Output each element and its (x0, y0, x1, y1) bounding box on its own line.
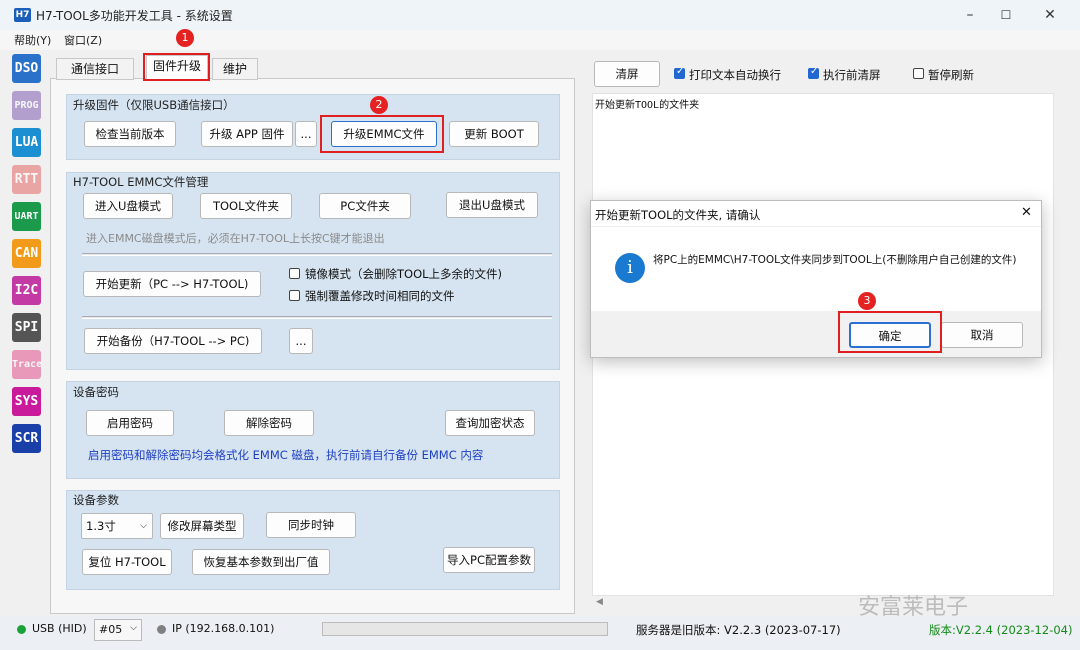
tab-comm[interactable]: 通信接口 (56, 58, 134, 80)
autowrap-checkbox[interactable] (674, 66, 685, 79)
ip-status: IP (192.168.0.101) (172, 622, 275, 635)
ip-status-icon (157, 625, 166, 634)
sidebar-item-can[interactable]: CAN (12, 239, 41, 268)
scroll-left-icon[interactable]: ◀ (596, 597, 603, 607)
check-version-button[interactable]: 检查当前版本 (84, 121, 176, 147)
pause-refresh-label: 暂停刷新 (928, 68, 974, 82)
sidebar-item-uart[interactable]: UART (12, 202, 41, 231)
sidebar-item-i2c[interactable]: I2C (12, 276, 41, 305)
confirm-dialog: 开始更新TOOL的文件夹, 请确认 ✕ i 将PC上的EMMC\H7-TOOL文… (590, 200, 1042, 358)
firmware-group-title: 升级固件（仅限USB通信接口） (73, 98, 235, 112)
clear-before-label: 执行前清屏 (823, 68, 881, 82)
tool-folder-button[interactable]: TOOL文件夹 (200, 193, 292, 219)
usb-status-icon (17, 625, 26, 634)
pause-refresh-checkbox[interactable] (913, 68, 924, 79)
clear-before-checkbox[interactable] (808, 66, 819, 79)
change-screen-button[interactable]: 修改屏幕类型 (160, 513, 244, 539)
sidebar-item-sys[interactable]: SYS (12, 387, 41, 416)
port-value: #05 (99, 623, 123, 636)
force-overwrite-checkbox[interactable] (289, 290, 300, 301)
udisk-hint: 进入EMMC磁盘模式后，必须在H7-TOOL上长按C键才能退出 (86, 232, 385, 245)
mirror-mode-checkbox[interactable] (289, 268, 300, 279)
menu-help[interactable]: 帮助(Y) (14, 32, 51, 48)
query-encryption-button[interactable]: 查询加密状态 (445, 410, 535, 436)
enable-password-button[interactable]: 启用密码 (86, 410, 174, 436)
title-bar: H7 H7-TOOL多功能开发工具 - 系统设置 – ☐ ✕ (0, 0, 1080, 30)
info-icon: i (615, 253, 645, 283)
sidebar-item-trace[interactable]: Trace (12, 350, 42, 379)
minimize-icon[interactable]: – (960, 5, 980, 25)
enter-udisk-button[interactable]: 进入U盘模式 (83, 193, 173, 219)
password-group-title: 设备密码 (73, 385, 119, 399)
dialog-title: 开始更新TOOL的文件夹, 请确认 (595, 208, 761, 222)
port-select[interactable]: #05 ⌵ (94, 619, 142, 641)
params-group (66, 490, 560, 590)
reset-tool-button[interactable]: 复位 H7-TOOL (82, 549, 172, 575)
chevron-down-icon: ⌵ (140, 521, 147, 531)
app-browse-button[interactable]: ... (295, 121, 317, 147)
backup-browse-button[interactable]: ... (289, 328, 313, 354)
sidebar-item-scr[interactable]: SCR (12, 424, 41, 453)
horizontal-scrollbar[interactable]: ◀ (592, 596, 1054, 612)
start-update-button[interactable]: 开始更新（PC --> H7-TOOL) (83, 271, 261, 297)
maximize-icon[interactable]: ☐ (996, 5, 1016, 25)
clear-screen-button[interactable]: 清屏 (594, 61, 660, 87)
password-note: 启用密码和解除密码均会格式化 EMMC 磁盘，执行前请自行备份 EMMC 内容 (88, 448, 484, 462)
update-boot-button[interactable]: 更新 BOOT (449, 121, 539, 147)
emmc-group-title: H7-TOOL EMMC文件管理 (73, 175, 209, 189)
step-badge: 3 (858, 292, 876, 310)
highlight-box (320, 115, 444, 153)
usb-status: USB (HID) (32, 622, 87, 635)
menu-bar: 帮助(Y) 窗口(Z) (0, 30, 1080, 50)
highlight-box (838, 311, 942, 353)
status-bar: USB (HID) #05 ⌵ IP (192.168.0.101) 服务器是旧… (0, 616, 1080, 650)
server-version: 服务器是旧版本: V2.2.3 (2023-07-17) (636, 623, 841, 637)
screen-size-select[interactable]: 1.3寸 ⌵ (81, 513, 153, 539)
screen-size-value: 1.3寸 (86, 519, 116, 533)
dialog-close-icon[interactable]: ✕ (1021, 205, 1032, 220)
dialog-message: 将PC上的EMMC\H7-TOOL文件夹同步到TOOL上(不删除用户自己创建的文… (653, 254, 1017, 266)
sync-clock-button[interactable]: 同步时钟 (266, 512, 356, 538)
sidebar-item-dso[interactable]: DSO (12, 54, 41, 83)
menu-window[interactable]: 窗口(Z) (64, 32, 102, 48)
dialog-titlebar: 开始更新TOOL的文件夹, 请确认 ✕ (591, 201, 1041, 227)
pc-folder-button[interactable]: PC文件夹 (319, 193, 411, 219)
step-badge: 2 (370, 96, 388, 114)
log-line: 开始更新TOOL的文件夹 (595, 100, 700, 111)
cancel-button[interactable]: 取消 (941, 322, 1023, 348)
sidebar-item-lua[interactable]: LUA (12, 128, 41, 157)
divider (82, 316, 552, 319)
autowrap-label: 打印文本自动换行 (689, 68, 781, 82)
sidebar-item-prog[interactable]: PROG (12, 91, 41, 120)
mirror-mode-label: 镜像模式（会删除TOOL上多余的文件) (305, 267, 503, 281)
highlight-box (143, 53, 210, 81)
restore-defaults-button[interactable]: 恢复基本参数到出厂值 (192, 549, 330, 575)
divider (82, 253, 552, 256)
tab-maintenance[interactable]: 维护 (212, 58, 258, 80)
tool-sidebar: DSO PROG LUA RTT UART CAN I2C SPI Trace SYS SCR (8, 52, 46, 492)
disable-password-button[interactable]: 解除密码 (224, 410, 314, 436)
params-group-title: 设备参数 (73, 493, 119, 507)
upgrade-app-button[interactable]: 升级 APP 固件 (201, 121, 293, 147)
window-title: H7-TOOL多功能开发工具 - 系统设置 (36, 9, 233, 23)
chevron-down-icon: ⌵ (130, 623, 137, 633)
progress-bar (322, 622, 608, 636)
close-icon[interactable]: ✕ (1040, 5, 1060, 25)
start-backup-button[interactable]: 开始备份（H7-TOOL --> PC) (84, 328, 262, 354)
sidebar-item-spi[interactable]: SPI (12, 313, 41, 342)
import-config-button[interactable]: 导入PC配置参数 (443, 547, 535, 573)
step-badge: 1 (176, 29, 194, 47)
force-overwrite-label: 强制覆盖修改时间相同的文件 (305, 289, 455, 303)
sidebar-item-rtt[interactable]: RTT (12, 165, 41, 194)
app-icon: H7 (14, 8, 31, 22)
app-version: 版本:V2.2.4 (2023-12-04) (929, 623, 1073, 637)
exit-udisk-button[interactable]: 退出U盘模式 (446, 192, 538, 218)
